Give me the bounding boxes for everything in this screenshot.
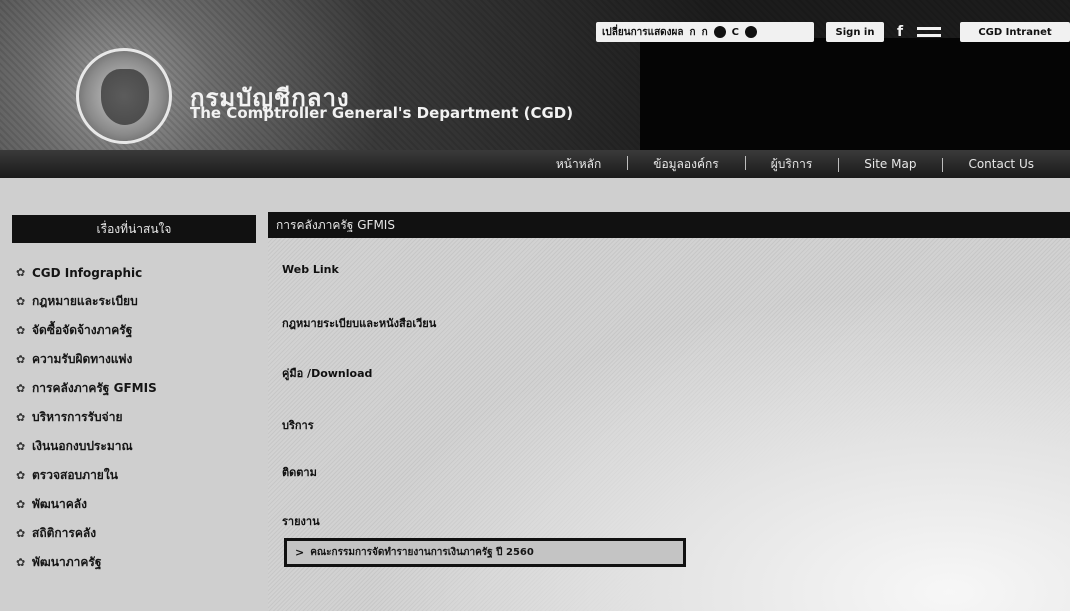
sidebar-item-label: สถิติการคลัง [32,526,97,540]
highlighted-report-link[interactable]: > คณะกรรมการจัดทำรายงานการเงินภาครัฐ ปี … [284,538,686,567]
flower-bullet-icon: ✿ [16,411,26,424]
flower-bullet-icon: ✿ [16,440,26,453]
highlighted-report-label: คณะกรรมการจัดทำรายงานการเงินภาครัฐ ปี 25… [310,547,534,558]
contrast-dot-icon[interactable] [713,26,726,38]
link-reports[interactable]: รายงาน [282,512,320,530]
link-manual-download[interactable]: คู่มือ /Download [282,364,372,382]
language-label: เปลี่ยนการแสดงผล [602,26,684,38]
intranet-button[interactable]: CGD Intranet [960,22,1070,42]
sidebar-item-payments[interactable]: ✿ บริหารการรับจ่าย [16,403,256,432]
sidebar-item-label: การคลังภาครัฐ GFMIS [32,381,157,395]
sidebar-item-label: เงินนอกงบประมาณ [32,439,133,453]
page-title: การคลังภาครัฐ GFMIS [268,212,1070,238]
font-option-2[interactable]: ก [702,25,708,40]
flower-bullet-icon: ✿ [16,556,26,569]
nav-home[interactable]: หน้าหลัก [530,155,627,174]
flower-bullet-icon: ✿ [16,295,26,308]
nav-organization[interactable]: ข้อมูลองค์กร [627,155,744,174]
sidebar-menu: ✿ CGD Infographic ✿ กฎหมายและระเบียบ ✿ จัดซ… [16,258,256,577]
link-tracking[interactable]: ติดตาม [282,463,317,481]
contrast-dot-icon[interactable] [745,26,758,38]
sidebar-title: เรื่องที่น่าสนใจ [12,215,256,243]
language-switcher[interactable]: เปลี่ยนการแสดงผล ก ก C [596,22,814,42]
flower-bullet-icon: ✿ [16,527,26,540]
sidebar-item-statistics[interactable]: ✿ สถิติการคลัง [16,519,256,548]
nav-contact-us[interactable]: Contact Us [942,157,1060,172]
link-web-link[interactable]: Web Link [282,263,339,276]
sidebar-item-label: พัฒนาภาครัฐ [32,555,102,569]
sidebar-item-gfmis[interactable]: ✿ การคลังภาครัฐ GFMIS [16,374,256,403]
nav-executives[interactable]: ผู้บริการ [744,155,839,174]
main-nav: หน้าหลัก ข้อมูลองค์กร ผู้บริการ Site Map… [0,150,1070,178]
sidebar-item-label: พัฒนาคลัง [32,497,87,511]
flower-bullet-icon: ✿ [16,266,26,279]
flower-bullet-icon: ✿ [16,469,26,482]
sidebar-item-civil-liability[interactable]: ✿ ความรับผิดทางแพ่ง [16,345,256,374]
link-laws-circulars[interactable]: กฎหมายระเบียบและหนังสือเวียน [282,314,436,332]
sidebar-item-label: ความรับผิดทางแพ่ง [32,352,133,366]
signin-button[interactable]: Sign in [826,22,884,42]
chevron-right-icon: > [295,546,305,559]
sidebar-item-procurement[interactable]: ✿ จัดซื้อจัดจ้างภาครัฐ [16,316,256,345]
font-option-1[interactable]: ก [690,25,696,40]
sidebar-item-public-dev[interactable]: ✿ พัฒนาภาครัฐ [16,548,256,577]
flower-bullet-icon: ✿ [16,382,26,395]
sidebar-item-label: CGD Infographic [32,265,143,280]
sidebar-item-internal-audit[interactable]: ✿ ตรวจสอบภายใน [16,461,256,490]
garuda-emblem-icon[interactable] [76,48,172,144]
flower-bullet-icon: ✿ [16,353,26,366]
sidebar-item-label: กฎหมายและระเบียบ [32,294,138,308]
facebook-icon[interactable]: f [892,22,908,42]
flower-bullet-icon: ✿ [16,498,26,511]
hamburger-menu-icon[interactable] [914,22,944,42]
flower-bullet-icon: ✿ [16,324,26,337]
sidebar-item-law[interactable]: ✿ กฎหมายและระเบียบ [16,287,256,316]
sidebar-item-label: ตรวจสอบภายใน [32,468,118,482]
sidebar-item-treasury-dev[interactable]: ✿ พัฒนาคลัง [16,490,256,519]
sidebar-item-cgd-infographic[interactable]: ✿ CGD Infographic [16,258,256,287]
site-header: กรมบัญชีกลาง The Comptroller General's D… [0,0,1070,178]
link-services[interactable]: บริการ [282,416,314,434]
sidebar-item-label: บริหารการรับจ่าย [32,410,123,424]
org-name-english: The Comptroller General's Department (CG… [190,104,574,122]
sidebar-item-off-budget[interactable]: ✿ เงินนอกงบประมาณ [16,432,256,461]
sidebar-item-label: จัดซื้อจัดจ้างภาครัฐ [32,323,133,337]
font-option-3[interactable]: C [732,27,739,38]
header-banner-dark [640,38,1070,150]
nav-site-map[interactable]: Site Map [838,157,942,172]
